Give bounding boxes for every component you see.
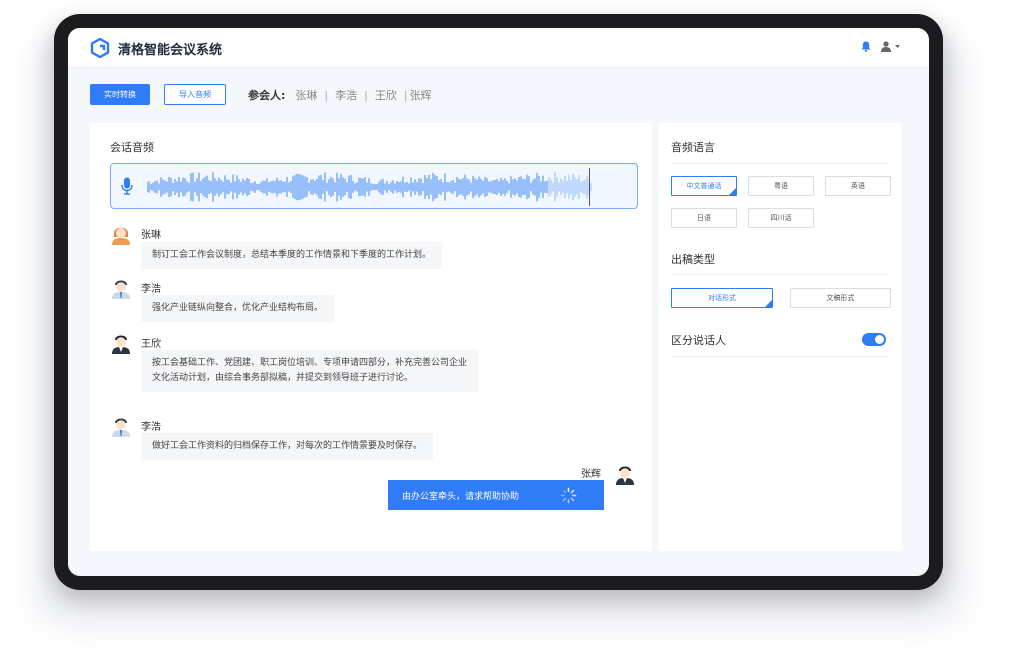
separator: | bbox=[324, 88, 329, 102]
import-audio-button[interactable]: 导入音频 bbox=[164, 84, 226, 105]
language-option-cantonese[interactable]: 粤语 bbox=[748, 176, 814, 196]
speaker-name: 张琳 bbox=[141, 230, 161, 241]
output-option-document[interactable]: 文稿形式 bbox=[790, 288, 891, 308]
separator: | bbox=[364, 88, 368, 102]
message-bubble: 做好工会工作资料的归档保存工作，对每次的工作情景要及时保存。 bbox=[141, 433, 434, 460]
message-text-line: 文化活动计划，由综合事务部拟稿，并提交到领导班子进行讨论。 bbox=[152, 373, 414, 383]
message-text: 做好工会工作资料的归档保存工作，对每次的工作情景要及时保存。 bbox=[152, 441, 423, 451]
participant-name: 李浩 bbox=[335, 89, 358, 102]
message-bubble: 按工会基础工作、党团建、职工岗位培训、专项申请四部分，补充完善公司企业 文化活动… bbox=[141, 350, 479, 392]
settings-panel: 音频语言 中文普通话 粤语 英语 日语 四川话 出稿类型 对话形式 文稿形式 区… bbox=[659, 123, 901, 551]
app-logo bbox=[90, 38, 110, 58]
avatar-male bbox=[112, 418, 130, 437]
output-option-dialogue[interactable]: 对话形式 bbox=[671, 288, 773, 308]
participant-name: 王欣 bbox=[374, 89, 397, 102]
playhead[interactable] bbox=[589, 168, 590, 206]
speaker-name: 张辉 bbox=[581, 469, 601, 480]
top-bar: 清格智能会议系统 bbox=[68, 28, 929, 68]
realtime-convert-button[interactable]: 实时转换 bbox=[90, 84, 150, 105]
speaker-name: 王欣 bbox=[141, 339, 161, 350]
message-text-line: 按工会基础工作、党团建、职工岗位培训、专项申请四部分，补充完善公司企业 bbox=[152, 358, 468, 368]
audio-waveform-player[interactable] bbox=[110, 163, 638, 209]
chat-message-self: 张辉 由办公室牵头，请求帮助协助 bbox=[388, 463, 638, 523]
distinguish-speaker-label: 区分说话人 bbox=[671, 334, 726, 347]
toolbar: 实时转换 导入音频 参会人: 张琳 | 李浩 | 王欣 | 张辉 bbox=[90, 84, 910, 106]
message-text: 由办公室牵头，请求帮助协助 bbox=[402, 492, 520, 502]
avatar-male-suit bbox=[112, 335, 130, 354]
app-title: 清格智能会议系统 bbox=[118, 42, 223, 58]
language-option-sichuanese[interactable]: 四川话 bbox=[748, 208, 814, 228]
language-option-mandarin[interactable]: 中文普通话 bbox=[671, 176, 737, 196]
loading-spinner-icon bbox=[560, 487, 577, 504]
divider bbox=[671, 274, 889, 275]
tablet-frame: 清格智能会议系统 实时转换 导入音频 参会人: 张琳 | 李浩 | 王欣 | 张… bbox=[54, 14, 943, 590]
participant-name: 张辉 bbox=[409, 89, 432, 102]
brand: 清格智能会议系统 bbox=[90, 38, 222, 58]
avatar-female bbox=[112, 227, 130, 245]
app-screen: 清格智能会议系统 实时转换 导入音频 参会人: 张琳 | 李浩 | 王欣 | 张… bbox=[68, 28, 929, 576]
message-text: 制订工会工作会议制度，总结本季度的工作情景和下季度的工作计划。 bbox=[152, 250, 432, 260]
speaker-name: 李浩 bbox=[141, 422, 161, 433]
divider bbox=[671, 163, 889, 164]
message-bubble: 强化产业链纵向整合，优化产业结构布局。 bbox=[141, 295, 335, 322]
divider bbox=[671, 356, 889, 357]
message-text: 强化产业链纵向整合，优化产业结构布局。 bbox=[152, 303, 324, 313]
separator: | bbox=[403, 88, 408, 102]
audio-waveform bbox=[147, 172, 592, 202]
audio-language-title: 音频语言 bbox=[671, 141, 715, 154]
output-type-title: 出稿类型 bbox=[671, 253, 715, 266]
message-bubble-active: 由办公室牵头，请求帮助协助 bbox=[388, 480, 604, 510]
user-menu-icon[interactable] bbox=[881, 41, 901, 52]
participants-label: 参会人: bbox=[248, 89, 286, 102]
speaker-name: 李浩 bbox=[141, 284, 161, 295]
language-option-japanese[interactable]: 日语 bbox=[671, 208, 737, 228]
avatar-male bbox=[112, 280, 130, 299]
microphone-icon[interactable] bbox=[121, 177, 133, 195]
bell-icon[interactable] bbox=[861, 41, 871, 52]
toggle-knob bbox=[875, 335, 884, 344]
message-bubble: 制订工会工作会议制度，总结本季度的工作情景和下季度的工作计划。 bbox=[141, 242, 443, 269]
avatar-male-suit bbox=[616, 466, 634, 485]
participants-list: 参会人: 张琳 | 李浩 | 王欣 | 张辉 bbox=[248, 87, 432, 103]
distinguish-speaker-toggle[interactable] bbox=[862, 333, 886, 346]
conversation-panel: 会话音频 张琳 制订工会工作会议制度，总结本季度的工作情景和下季度的工作计划。 … bbox=[90, 123, 652, 551]
language-option-english[interactable]: 英语 bbox=[825, 176, 891, 196]
conversation-audio-title: 会话音频 bbox=[110, 141, 154, 154]
participant-name: 张琳 bbox=[295, 89, 318, 102]
